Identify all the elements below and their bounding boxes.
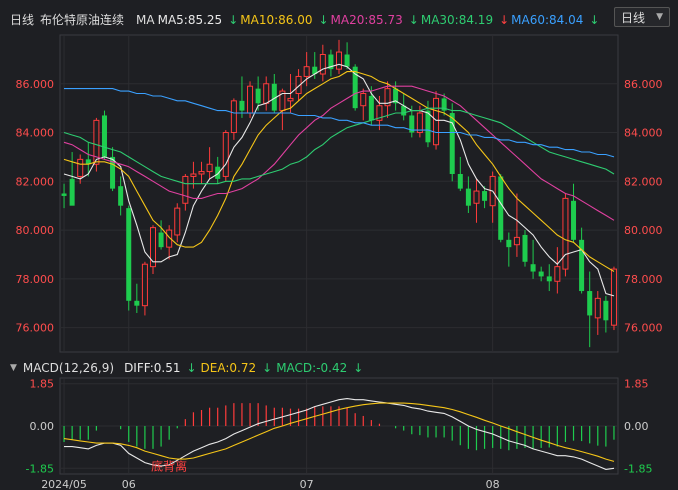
candle-body (158, 232, 164, 248)
candle-body (335, 51, 343, 70)
candle-body (174, 207, 181, 236)
macd-tick-left: -1.85 (26, 462, 54, 475)
candlestick-chart[interactable]: 86.000 86.000 84.000 84.000 82.000 82.000 80.0… (0, 0, 678, 490)
candle-body (360, 93, 367, 107)
ma-line-ma20 (63, 85, 615, 221)
macd-tick-left: 0.00 (30, 420, 55, 433)
candle-body (126, 208, 132, 301)
candle-body (206, 163, 213, 173)
candle-body (546, 276, 552, 282)
ma-line-ma5 (63, 63, 615, 297)
y-tick-right: 78.000 (624, 273, 663, 286)
candle-body (513, 236, 520, 246)
y-tick-right: 86.000 (624, 78, 663, 91)
x-tick-label: 07 (300, 478, 314, 490)
candle-body (190, 173, 197, 177)
candle-body (239, 100, 245, 111)
candle-body (61, 193, 67, 196)
candle-body (457, 173, 463, 189)
candle-body (465, 188, 471, 206)
y-tick-left: 76.000 (16, 322, 55, 335)
candle-body (368, 95, 374, 121)
y-tick-right: 84.000 (624, 127, 663, 140)
candle-body (482, 191, 488, 201)
candle-body (77, 158, 84, 177)
candle-body (230, 100, 237, 134)
candle-body (303, 66, 310, 77)
ma-line-ma10 (63, 71, 615, 272)
candle-body (263, 83, 270, 104)
candle-body (538, 271, 544, 277)
candle-body (69, 178, 75, 206)
y-tick-right: 82.000 (624, 175, 663, 188)
candle-body (587, 291, 593, 316)
ma-line-ma30 (63, 107, 615, 185)
x-tick-label: 06 (122, 478, 136, 490)
candle-body (134, 300, 140, 306)
candle-body (222, 132, 229, 177)
y-tick-right: 76.000 (624, 322, 663, 335)
candle-body (141, 263, 148, 307)
candle-body (610, 268, 617, 326)
candle-body (287, 97, 294, 102)
macd-tick-right: -1.85 (624, 462, 652, 475)
candle-body (433, 97, 440, 146)
candle-body (149, 227, 157, 268)
candle-body (118, 186, 124, 206)
y-tick-left: 82.000 (16, 175, 55, 188)
candle-body (101, 115, 107, 157)
y-tick-left: 86.000 (16, 78, 55, 91)
candle-body (562, 197, 569, 270)
candle-body (554, 266, 561, 282)
candle-body (425, 110, 431, 143)
candle-body (603, 300, 609, 321)
y-tick-left: 78.000 (16, 273, 55, 286)
x-tick-label: 08 (486, 478, 500, 490)
candle-body (182, 175, 189, 204)
candle-body (344, 54, 350, 67)
candle-body (198, 171, 205, 175)
candle-body (255, 88, 261, 104)
candle-body (247, 85, 254, 114)
candle-body (522, 234, 528, 262)
candle-body (571, 200, 577, 240)
y-tick-left: 80.000 (16, 224, 55, 237)
candle-body (319, 54, 326, 75)
candle-body (594, 297, 601, 319)
divergence-annotation: 底背离 (151, 459, 187, 474)
candle-body (530, 264, 536, 272)
macd-tick-right: 0.00 (624, 420, 649, 433)
macd-tick-left: 1.85 (30, 378, 55, 391)
y-tick-right: 80.000 (624, 224, 663, 237)
x-tick-label: 2024/05 (41, 478, 87, 490)
candle-body (473, 190, 480, 204)
candle-body (498, 176, 504, 240)
ma-line-ma60 (64, 88, 615, 158)
y-tick-left: 84.000 (16, 127, 55, 140)
candle-body (506, 239, 512, 248)
candle-body (215, 166, 221, 179)
macd-tick-right: 1.85 (624, 378, 649, 391)
